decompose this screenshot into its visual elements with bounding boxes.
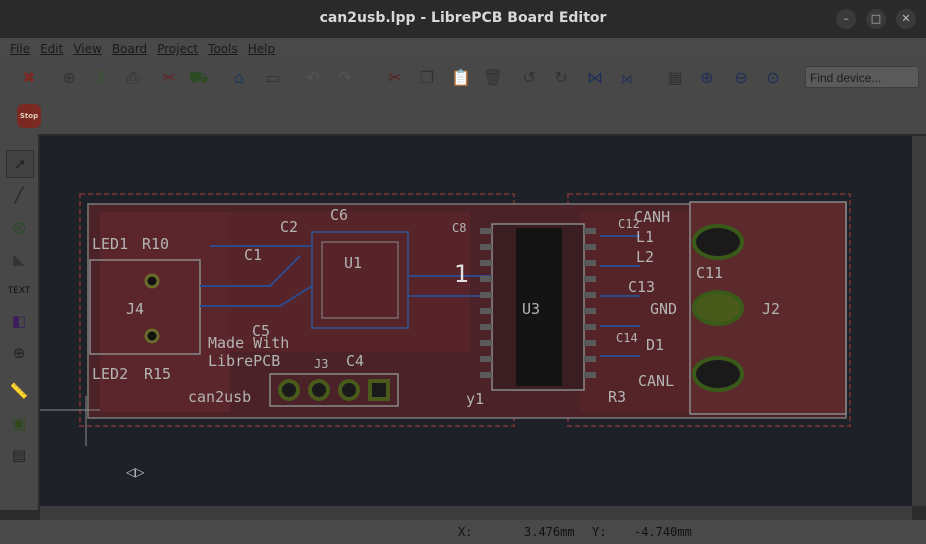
maximize-button[interactable]: □ [866, 9, 886, 29]
order-icon[interactable]: ⛟ [186, 65, 212, 91]
label-c13: C13 [628, 278, 655, 296]
paste-icon[interactable]: 📋 [448, 65, 474, 91]
label-j2: J2 [762, 300, 780, 318]
status-x-value: 3.476mm [524, 525, 575, 539]
print-icon[interactable]: ⎙ [120, 65, 146, 91]
polygon-tool-icon[interactable]: ◣ [6, 246, 32, 272]
vertical-scrollbar[interactable] [912, 136, 926, 506]
command-toolbar: Stop [0, 98, 926, 134]
title-bar: can2usb.lpp - LibrePCB Board Editor – □ … [0, 0, 926, 38]
pdf-icon[interactable]: ✂ [156, 65, 182, 91]
new-icon[interactable]: ⊕ [56, 65, 82, 91]
label-l2: L2 [636, 248, 654, 266]
label-j4: J4 [126, 300, 144, 318]
label-gnd: GND [650, 300, 677, 318]
menu-view[interactable]: View [68, 39, 106, 59]
status-x-label: X: [458, 525, 473, 539]
grid-icon[interactable]: ▦ [662, 65, 688, 91]
rotate-cw-icon[interactable]: ↻ [548, 65, 574, 91]
label-r10: R10 [142, 235, 169, 253]
tool-sidebar: ➚ ╱ ◎ ◣ TEXT ◧ ⊕ 📏 ▣ ▤ [0, 134, 38, 510]
zoom-out-icon[interactable]: ⊖ [728, 65, 754, 91]
label-led1: LED1 [92, 235, 128, 253]
pcb-view: LED1 R10 J4 LED2 R15 C2 C6 C1 U1 C5 C4 M… [40, 193, 851, 479]
horizontal-scrollbar[interactable] [40, 506, 912, 520]
label-can2usb: can2usb [188, 388, 251, 406]
label-made-with: Made With [208, 334, 289, 352]
window-title: can2usb.lpp - LibrePCB Board Editor [319, 10, 607, 26]
menu-edit[interactable]: Edit [35, 39, 68, 59]
label-u1: U1 [344, 254, 362, 272]
via-tool-icon[interactable]: ◎ [6, 214, 32, 240]
status-y-label: Y: [592, 525, 607, 539]
redo-icon[interactable]: ↷ [332, 65, 358, 91]
zoom-fit-icon[interactable]: ⊙ [760, 65, 786, 91]
board-canvas[interactable]: LED1 R10 J4 LED2 R15 C2 C6 C1 U1 C5 C4 M… [40, 136, 912, 506]
label-j3: J3 [314, 357, 328, 371]
cut-icon[interactable]: ✂ [382, 65, 408, 91]
label-c8: C8 [452, 221, 466, 235]
find-device-input[interactable]: Find device... [805, 66, 919, 88]
menu-bar: File Edit View Board Project Tools Help [0, 38, 926, 58]
label-c11: C11 [696, 264, 723, 282]
drc-tool-icon[interactable]: ▣ [6, 410, 32, 436]
status-y-value: -4.740mm [634, 525, 692, 539]
label-d1: D1 [646, 336, 664, 354]
cursor-number: 1 [454, 260, 469, 288]
label-c12: C12 [618, 217, 640, 231]
plane-tool-icon[interactable]: ◧ [6, 308, 32, 334]
stop-icon[interactable]: Stop [17, 104, 41, 128]
menu-tools[interactable]: Tools [203, 39, 243, 59]
flip-h-icon[interactable]: ⋈ [582, 65, 608, 91]
home-icon[interactable]: ⌂ [226, 65, 252, 91]
label-c1: C1 [244, 246, 262, 264]
close-project-icon[interactable]: ✖ [16, 65, 42, 91]
select-tool-icon[interactable]: ➚ [6, 150, 34, 178]
menu-board[interactable]: Board [107, 39, 152, 59]
minimize-button[interactable]: – [836, 9, 856, 29]
clipboard-tool-icon[interactable]: ▤ [6, 442, 32, 468]
label-librepcb: LibrePCB [208, 352, 280, 370]
label-led2: LED2 [92, 365, 128, 383]
main-toolbar: ✖ ⊕ ⇩ ⎙ ✂ ⛟ ⌂ ▭ ↶ ↷ ✂ ❐ 📋 🗑 ↺ ↻ ⋈ ⟗ ▦ ⊕ … [0, 58, 926, 98]
zoom-in-icon[interactable]: ⊕ [694, 65, 720, 91]
text-tool-label[interactable]: TEXT [6, 278, 32, 304]
status-bar: X: 3.476mm Y: -4.740mm [0, 520, 926, 544]
close-button[interactable]: ✕ [896, 9, 916, 29]
label-u3: U3 [522, 300, 540, 318]
label-c6: C6 [330, 206, 348, 224]
menu-help[interactable]: Help [243, 39, 280, 59]
label-c14: C14 [616, 331, 638, 345]
label-r15: R15 [144, 365, 171, 383]
label-canl: CANL [638, 372, 674, 390]
undo-icon[interactable]: ↶ [300, 65, 326, 91]
label-c4: C4 [346, 352, 364, 370]
copy-icon[interactable]: ❐ [414, 65, 440, 91]
export-icon[interactable]: ⇩ [88, 65, 114, 91]
trace-tool-icon[interactable]: ╱ [6, 182, 32, 208]
label-c2: C2 [280, 218, 298, 236]
hole-tool-icon[interactable]: ⊕ [6, 340, 32, 366]
flip-v-icon[interactable]: ⟗ [614, 65, 640, 91]
label-y1: y1 [466, 390, 484, 408]
pan-arrows-icon: ◁▷ [125, 465, 145, 479]
schematic-icon[interactable]: ▭ [260, 65, 286, 91]
label-r3: R3 [608, 388, 626, 406]
rotate-ccw-icon[interactable]: ↺ [516, 65, 542, 91]
measure-tool-icon[interactable]: 📏 [6, 378, 32, 404]
menu-file[interactable]: File [5, 39, 35, 59]
menu-project[interactable]: Project [152, 39, 203, 59]
delete-icon[interactable]: 🗑 [480, 65, 506, 91]
